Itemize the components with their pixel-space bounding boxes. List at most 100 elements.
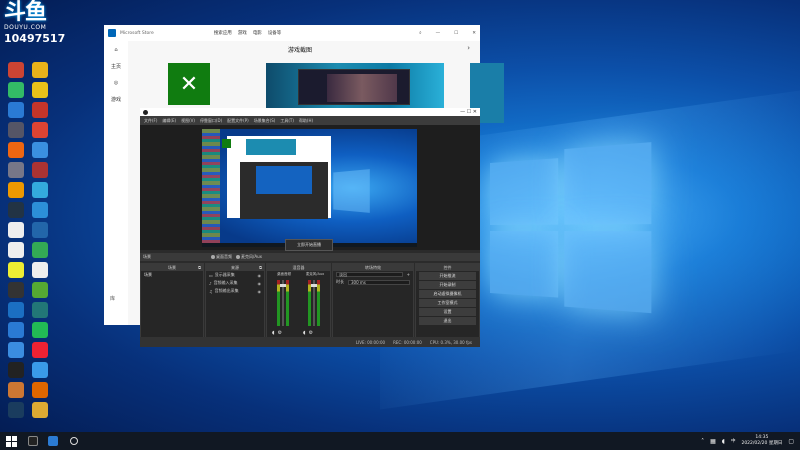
- eye-icon[interactable]: ◉: [258, 281, 262, 286]
- app-icon: [32, 82, 48, 98]
- app-icon: [8, 162, 24, 178]
- volume-slider[interactable]: [280, 280, 286, 326]
- chevron-up-icon[interactable]: ˄: [701, 438, 704, 445]
- mixer-dock: 混音器 桌面音频 ◖ ⚙ 麦克风/Aux ◖ ⚙: [266, 263, 331, 347]
- mixer-channel-desktop: 桌面音频 ◖ ⚙: [269, 272, 299, 338]
- app-icon: [8, 202, 24, 218]
- app-icon: [8, 402, 24, 418]
- audio-tabs: 桌面音频 麦克风/Aux: [211, 254, 262, 260]
- gear-icon[interactable]: ⚙: [309, 330, 313, 336]
- network-icon[interactable]: ▦: [710, 438, 716, 445]
- chevron-right-icon[interactable]: ›: [467, 44, 470, 52]
- sidebar-item-home[interactable]: 主页: [111, 63, 121, 70]
- volume-icon[interactable]: ◖: [272, 330, 275, 336]
- menu-item[interactable]: 配置文件(P): [227, 118, 249, 124]
- app-icon: [32, 282, 48, 298]
- obs-preview[interactable]: 立即开始直播: [140, 125, 480, 251]
- start-button[interactable]: [4, 434, 18, 448]
- menu-item[interactable]: 文件(F): [144, 118, 157, 124]
- controls-title: 控件: [443, 265, 452, 270]
- source-item[interactable]: ♪ 音频输入采集 ◉: [206, 279, 264, 287]
- home-icon[interactable]: ⌂: [114, 47, 117, 53]
- menu-item[interactable]: 停靠窗口(D): [200, 118, 222, 124]
- store-nav-devices[interactable]: 设备等: [268, 30, 282, 36]
- taskbar: ˄ ▦ ◖ 中 14:35 2022/02/20 星期日 ▢: [0, 432, 800, 450]
- windows-logo-wallpaper: [490, 142, 656, 319]
- app-icon: [32, 102, 48, 118]
- scene-item[interactable]: 场景: [141, 271, 203, 279]
- obs-menubar: 文件(F) 编辑(E) 视图(V) 停靠窗口(D) 配置文件(P) 场景集合(S) 工具(T…: [140, 116, 480, 125]
- source-item[interactable]: ♫ 音频输出采集 ◉: [206, 287, 264, 295]
- dock-float-icon[interactable]: ⧉: [259, 264, 262, 271]
- menu-item[interactable]: 场景集合(S): [254, 118, 276, 124]
- sidebar-item-games[interactable]: 游戏: [111, 96, 121, 103]
- scenes-title: 场景: [168, 265, 176, 270]
- store-nav-movies[interactable]: 电影: [253, 30, 262, 36]
- clock[interactable]: 14:35 2022/02/20 星期日: [741, 435, 782, 447]
- store-nav-games[interactable]: 游戏: [238, 30, 247, 36]
- tab-scene-label[interactable]: 场景: [143, 254, 151, 260]
- control-button[interactable]: 开始录制: [419, 281, 476, 289]
- transition-select[interactable]: 淡出: [336, 272, 403, 277]
- app-icon: [8, 322, 24, 338]
- channel-name: 麦克风/Aux: [305, 272, 325, 276]
- menu-item[interactable]: 编辑(E): [162, 118, 176, 124]
- app-icon: [8, 362, 24, 378]
- menu-item[interactable]: 帮助(H): [299, 118, 313, 124]
- obs-tabbar: 场景 桌面音频 麦克风/Aux: [140, 253, 480, 261]
- source-item[interactable]: ▭ 显示器采集 ◉: [206, 271, 264, 279]
- menu-item[interactable]: 视图(V): [181, 118, 195, 124]
- control-button[interactable]: 退出: [419, 317, 476, 325]
- duration-label: 时长: [336, 279, 344, 284]
- volume-icon[interactable]: ◖: [722, 438, 725, 445]
- desktop-shortcut[interactable]: [27, 402, 53, 432]
- xbox-app-tile[interactable]: ✕: [168, 63, 210, 105]
- desktop-icon-grid: [0, 0, 80, 432]
- gear-icon[interactable]: ⚙: [278, 330, 282, 336]
- duration-input[interactable]: 300 ms: [348, 279, 410, 285]
- close-icon[interactable]: ✕: [472, 31, 476, 36]
- library-label[interactable]: 库: [110, 295, 115, 302]
- app-icon: [8, 182, 24, 198]
- input-language[interactable]: 中: [731, 438, 736, 444]
- control-button[interactable]: 工作室模式: [419, 299, 476, 307]
- desktop-shortcut[interactable]: [3, 402, 29, 432]
- system-tray: ˄ ▦ ◖ 中 14:35 2022/02/20 星期日 ▢: [701, 435, 800, 447]
- mic-icon: ♪: [209, 280, 212, 286]
- window-controls[interactable]: — ☐ ✕: [460, 109, 477, 115]
- add-icon[interactable]: +: [407, 272, 410, 277]
- explorer-icon[interactable]: [48, 436, 58, 446]
- gamepad-icon[interactable]: ◎: [114, 80, 118, 86]
- volume-icon[interactable]: ◖: [303, 330, 306, 336]
- transitions-dock: 转场特效 淡出 + 时长 300 ms: [332, 263, 414, 347]
- control-button[interactable]: 设置: [419, 308, 476, 316]
- tab-desktop-audio[interactable]: 桌面音频: [211, 254, 232, 260]
- tab-mic[interactable]: 麦克风/Aux: [236, 254, 262, 260]
- minimize-icon[interactable]: —: [436, 31, 441, 36]
- store-titlebar[interactable]: Microsoft Store 搜索应用 游戏 电影 设备等 ⌕ — ☐ ✕: [104, 25, 480, 41]
- control-button[interactable]: 开始推流: [419, 272, 476, 280]
- store-search-icon[interactable]: ⌕: [419, 30, 422, 36]
- notification-icon[interactable]: ▢: [788, 438, 794, 445]
- obs-logo-icon: [143, 109, 148, 115]
- search-icon[interactable]: [70, 437, 78, 445]
- clock-date: 2022/02/20 星期日: [741, 441, 783, 446]
- obs-statusbar: LIVE: 00:00:00 REC: 00:00:00 CPU: 0.3%, …: [140, 337, 480, 347]
- store-nav-search[interactable]: 搜索应用: [214, 30, 232, 36]
- dock-float-icon[interactable]: ⧉: [198, 264, 201, 271]
- mixer-title: 混音器: [292, 265, 305, 270]
- app-icon: [8, 82, 24, 98]
- maximize-icon[interactable]: ☐: [454, 31, 458, 36]
- task-view-icon[interactable]: [28, 436, 38, 446]
- eye-icon[interactable]: ◉: [258, 289, 262, 294]
- volume-slider[interactable]: [311, 280, 317, 326]
- store-sidebar: ⌂ 主页 ◎ 游戏: [104, 41, 128, 325]
- store-title: Microsoft Store: [120, 30, 154, 36]
- control-button[interactable]: 启动虚拟摄像机: [419, 290, 476, 298]
- preview-toast: 立即开始直播: [285, 239, 333, 251]
- menu-item[interactable]: 工具(T): [280, 118, 294, 124]
- app-icon: [32, 262, 48, 278]
- obs-window[interactable]: — ☐ ✕ 文件(F) 编辑(E) 视图(V) 停靠窗口(D) 配置文件(P) 场景集合(…: [140, 108, 480, 347]
- obs-titlebar[interactable]: — ☐ ✕: [140, 108, 480, 116]
- eye-icon[interactable]: ◉: [258, 273, 262, 278]
